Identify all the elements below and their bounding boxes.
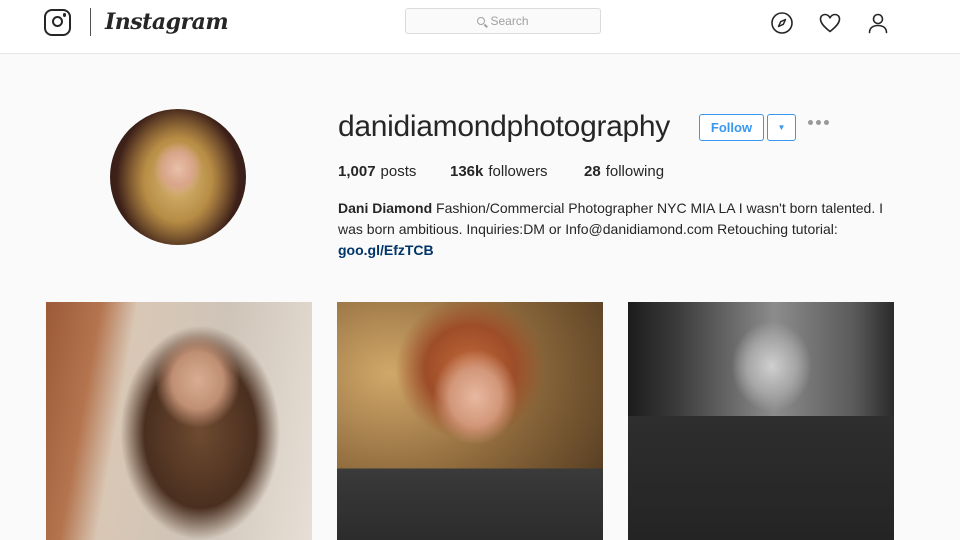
camera-lens <box>51 16 63 27</box>
top-nav: Instagram Search <box>0 0 960 54</box>
search-icon <box>477 17 486 25</box>
profile-username: danidiamondphotography <box>338 110 670 143</box>
camera-flash-dot <box>62 13 66 17</box>
instagram-logo-icon[interactable] <box>44 8 71 36</box>
stat-followers[interactable]: 136k followers <box>450 163 584 180</box>
bio-link[interactable]: goo.gl/EfzTCB <box>338 242 434 258</box>
following-label: following <box>605 163 665 180</box>
brand-divider <box>90 8 91 36</box>
profile-bio: Dani Diamond Fashion/Commercial Photogra… <box>338 198 908 261</box>
followers-count: 136k <box>450 163 484 180</box>
follow-button[interactable]: Follow <box>699 114 764 141</box>
search-input[interactable]: Search <box>405 8 601 34</box>
more-options-icon[interactable] <box>808 120 829 125</box>
more-dot <box>816 120 821 125</box>
post-thumbnail[interactable] <box>337 302 603 540</box>
nav-icons <box>770 11 890 35</box>
instagram-wordmark[interactable]: Instagram <box>105 9 229 35</box>
suggestions-dropdown-button[interactable]: ▼ <box>767 114 796 141</box>
explore-compass-icon[interactable] <box>770 11 794 35</box>
posts-count: 1,007 <box>338 163 376 180</box>
more-dot <box>824 120 829 125</box>
heart-activity-icon[interactable] <box>818 11 842 35</box>
post-thumbnail[interactable] <box>46 302 312 540</box>
stat-posts: 1,007 posts <box>338 163 450 180</box>
posts-label: posts <box>380 163 417 180</box>
profile-avatar[interactable] <box>110 109 246 245</box>
brand[interactable]: Instagram <box>44 6 229 38</box>
search-placeholder: Search <box>490 14 529 28</box>
followers-label: followers <box>488 163 548 180</box>
bio-full-name: Dani Diamond <box>338 200 433 216</box>
more-dot <box>808 120 813 125</box>
stat-following[interactable]: 28 following <box>584 163 664 180</box>
post-thumbnail[interactable] <box>628 302 894 540</box>
profile-stats: 1,007 posts 136k followers 28 following <box>338 163 664 180</box>
profile-person-icon[interactable] <box>866 11 890 35</box>
chevron-down-icon: ▼ <box>777 123 786 132</box>
following-count: 28 <box>584 163 601 180</box>
